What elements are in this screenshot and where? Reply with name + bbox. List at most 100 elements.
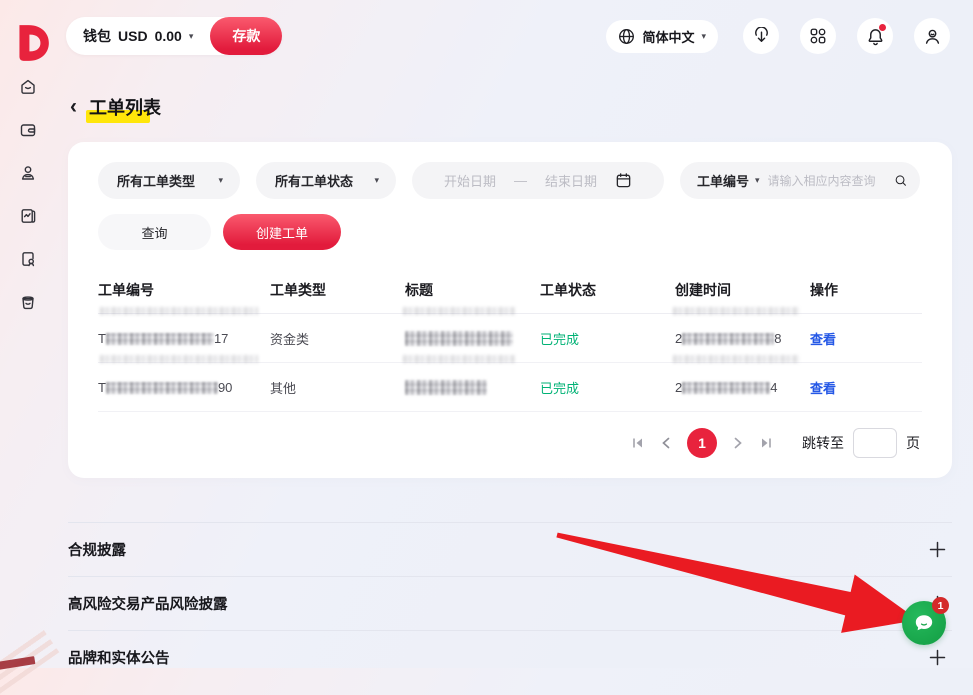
page-header: ‹ 工单列表 — [70, 94, 163, 120]
cell-order-type: 其他 — [270, 378, 405, 397]
status-filter-value: 所有工单状态 — [275, 171, 353, 190]
brand-logo[interactable] — [10, 22, 52, 64]
wallet-amount: 0.00 — [155, 28, 182, 44]
chevron-down-icon: ▾ — [218, 176, 223, 185]
col-header-created: 创建时间 — [675, 280, 810, 300]
plus-icon[interactable] — [929, 649, 946, 666]
table-row[interactable]: T90 其他 已完成 24 查看 — [98, 363, 922, 412]
redaction-ghost — [403, 355, 515, 363]
sidebar — [0, 78, 56, 311]
redaction-ghost — [673, 307, 799, 315]
date-separator: — — [514, 173, 527, 188]
col-header-actions: 操作 — [810, 280, 922, 300]
disclosure-list: 合规披露 高风险交易产品风险披露 品牌和实体公告 — [68, 522, 952, 684]
accordion-label: 高风险交易产品风险披露 — [68, 593, 228, 614]
language-selector[interactable]: 简体中文 ▾ — [606, 20, 718, 53]
next-page-button[interactable] — [732, 437, 744, 449]
col-header-id: 工单编号 — [98, 280, 270, 300]
chevron-down-icon: ▾ — [374, 176, 379, 185]
first-page-button[interactable] — [631, 436, 645, 450]
accordion-label: 品牌和实体公告 — [68, 647, 170, 668]
cell-order-type: 资金类 — [270, 329, 405, 348]
date-range-picker[interactable]: 开始日期 — 结束日期 — [412, 162, 664, 199]
page-unit-label: 页 — [906, 433, 920, 453]
chevron-down-icon: ▾ — [701, 32, 706, 41]
chevron-down-icon: ▾ — [755, 176, 760, 185]
brand-logo-icon — [10, 22, 52, 64]
chevron-down-icon: ▾ — [189, 32, 194, 41]
page-title: 工单列表 — [87, 94, 163, 120]
user-icon — [923, 27, 942, 46]
date-end-placeholder: 结束日期 — [545, 171, 597, 190]
pagination: 1 跳转至 页 — [98, 428, 922, 458]
redaction-ghost — [100, 307, 258, 315]
cell-order-id: T90 — [98, 380, 270, 395]
live-chat-button[interactable]: 1 — [902, 601, 946, 645]
deposit-button[interactable]: 存款 — [210, 17, 282, 55]
chat-bubble-icon — [912, 611, 936, 635]
notifications-button[interactable] — [857, 18, 893, 54]
chat-unread-badge: 1 — [932, 597, 949, 614]
work-order-card: 所有工单类型 ▾ 所有工单状态 ▾ 开始日期 — 结束日期 工单编号 ▾ — [68, 142, 952, 478]
language-label: 简体中文 — [642, 27, 694, 46]
page-jump: 跳转至 页 — [802, 428, 920, 458]
status-badge: 已完成 — [540, 378, 675, 397]
wallet-label: 钱包 — [83, 26, 111, 46]
work-order-table: 工单编号 工单类型 标题 工单状态 创建时间 操作 T17 资金类 已完成 28… — [98, 268, 922, 412]
redaction-ghost — [673, 355, 799, 363]
download-app-button[interactable] — [743, 18, 779, 54]
last-page-button[interactable] — [759, 436, 773, 450]
apps-grid-icon — [809, 27, 827, 45]
accordion-compliance[interactable]: 合规披露 — [68, 522, 952, 576]
sidebar-item-wallet[interactable] — [19, 121, 37, 139]
wallet-currency: USD — [118, 28, 148, 44]
type-filter-select[interactable]: 所有工单类型 ▾ — [98, 162, 240, 199]
sidebar-item-orders[interactable] — [19, 293, 37, 311]
accordion-brand-entities[interactable]: 品牌和实体公告 — [68, 630, 952, 684]
cell-order-title — [405, 379, 540, 395]
query-button[interactable]: 查询 — [98, 214, 211, 250]
accordion-high-risk[interactable]: 高风险交易产品风险披露 — [68, 576, 952, 630]
wallet-summary[interactable]: 钱包 USD 0.00 ▾ 存款 — [66, 17, 282, 55]
page-jump-input[interactable] — [853, 428, 897, 458]
plus-icon[interactable] — [929, 541, 946, 558]
view-link[interactable]: 查看 — [810, 378, 922, 397]
type-filter-value: 所有工单类型 — [117, 171, 195, 190]
date-start-placeholder: 开始日期 — [444, 171, 496, 190]
create-work-order-button[interactable]: 创建工单 — [223, 214, 341, 250]
apps-menu-button[interactable] — [800, 18, 836, 54]
current-page-indicator[interactable]: 1 — [687, 428, 717, 458]
sidebar-item-account[interactable] — [19, 164, 37, 182]
prev-page-button[interactable] — [660, 437, 672, 449]
search-bar: 工单编号 ▾ — [680, 162, 920, 199]
search-field-select[interactable]: 工单编号 — [697, 171, 749, 190]
cell-order-title — [405, 330, 540, 346]
view-link[interactable]: 查看 — [810, 329, 922, 348]
col-header-type: 工单类型 — [270, 280, 405, 300]
sidebar-item-trading[interactable] — [19, 207, 37, 225]
status-filter-select[interactable]: 所有工单状态 ▾ — [256, 162, 396, 199]
cell-created-time: 24 — [675, 380, 810, 395]
sidebar-item-verification[interactable] — [19, 250, 37, 268]
redaction-ghost — [100, 355, 258, 363]
back-button[interactable]: ‹ — [70, 96, 77, 117]
notification-dot — [879, 24, 886, 31]
filter-row: 所有工单类型 ▾ 所有工单状态 ▾ 开始日期 — 结束日期 工单编号 ▾ — [98, 162, 922, 199]
search-icon[interactable] — [894, 171, 907, 190]
col-header-status: 工单状态 — [540, 280, 675, 300]
page-title-text: 工单列表 — [89, 98, 161, 118]
profile-button[interactable] — [914, 18, 950, 54]
search-input[interactable] — [766, 173, 888, 189]
redaction-ghost — [403, 307, 515, 315]
col-header-title: 标题 — [405, 280, 540, 300]
status-badge: 已完成 — [540, 329, 675, 348]
sidebar-item-home[interactable] — [19, 78, 37, 96]
download-icon — [752, 27, 771, 46]
jump-label: 跳转至 — [802, 433, 844, 453]
cell-created-time: 28 — [675, 331, 810, 346]
calendar-icon — [615, 172, 632, 189]
cell-order-id: T17 — [98, 331, 270, 346]
accordion-label: 合规披露 — [68, 539, 126, 560]
globe-icon — [618, 28, 635, 45]
action-row: 查询 创建工单 — [98, 214, 922, 250]
